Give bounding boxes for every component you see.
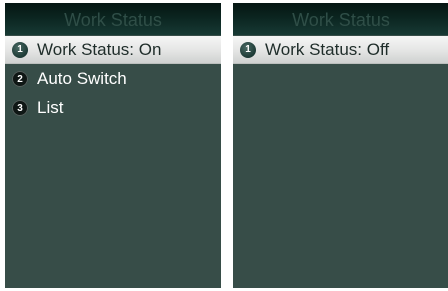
number-2-icon: 2 [12, 71, 28, 87]
menu-item-label: Work Status: Off [265, 39, 390, 59]
menu-item-work-status[interactable]: 1 Work Status: Off [233, 36, 448, 64]
right-device-screen: Work Status 1 Work Status: Off [233, 3, 448, 288]
menu-item-auto-switch[interactable]: 2 Auto Switch [5, 65, 221, 93]
number-1-icon: 1 [12, 41, 28, 58]
screen-title: Work Status [5, 3, 221, 35]
screen-title: Work Status [233, 3, 448, 35]
menu-item-label: Work Status: On [37, 39, 162, 59]
menu-item-label: List [37, 98, 64, 117]
number-3-icon: 3 [12, 100, 28, 116]
left-device-screen: Work Status 1 Work Status: On 2 Auto Swi… [5, 3, 221, 288]
menu-item-list[interactable]: 3 List [5, 94, 221, 122]
menu-item-work-status[interactable]: 1 Work Status: On [5, 36, 221, 64]
number-1-icon: 1 [240, 41, 256, 58]
menu-item-label: Auto Switch [37, 69, 127, 88]
